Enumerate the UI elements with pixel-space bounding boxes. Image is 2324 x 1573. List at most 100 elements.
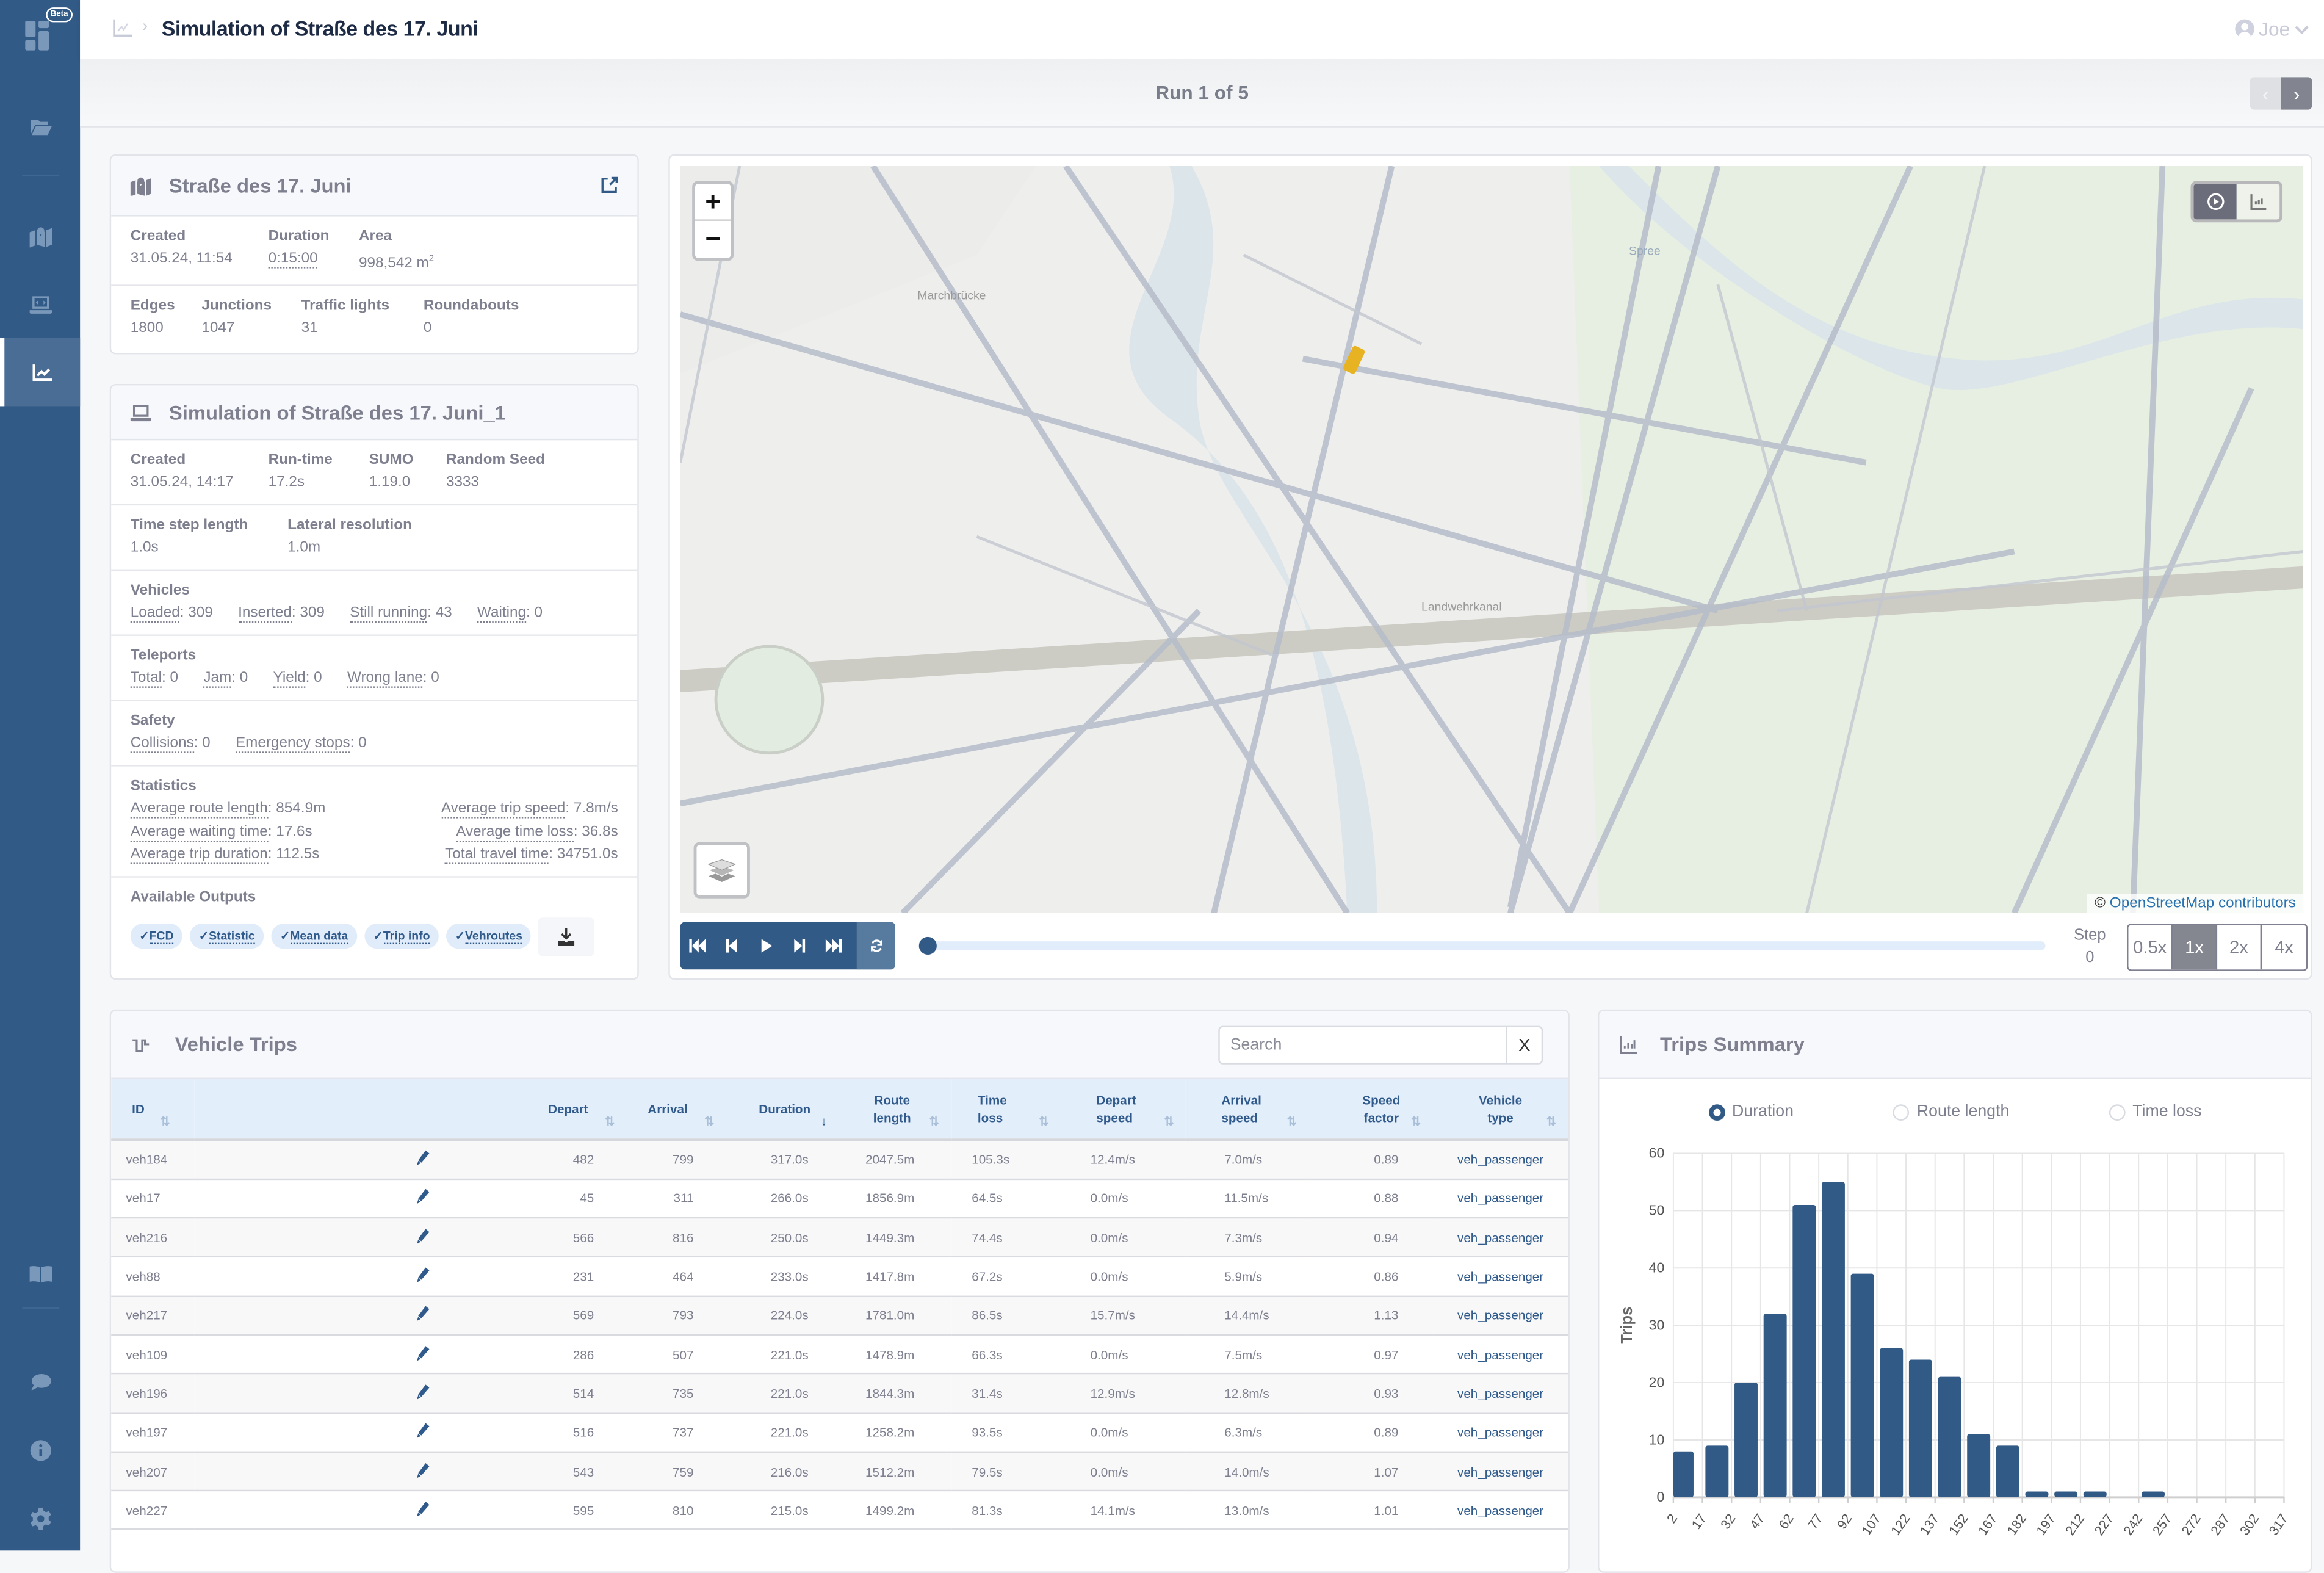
- radio-duration[interactable]: Duration: [1708, 1103, 1794, 1121]
- playback-view-button[interactable]: [2193, 184, 2237, 220]
- sidebar-item-analysis[interactable]: [0, 338, 81, 407]
- trips-summary-title: Trips Summary: [1660, 1033, 1805, 1056]
- speed-2x-button[interactable]: 2x: [2217, 925, 2262, 970]
- cell-vehicle-type[interactable]: veh_passenger: [1432, 1373, 1568, 1414]
- cell-show-route[interactable]: [194, 1412, 532, 1453]
- sidebar-item-info[interactable]: [0, 1416, 80, 1484]
- speed-1x-button[interactable]: 1x: [2173, 925, 2218, 970]
- sidebar-item-feedback[interactable]: [0, 1348, 80, 1416]
- column-header-speed-factor[interactable]: Speed factor ⇅: [1308, 1079, 1433, 1142]
- x-tick-label: 272: [2179, 1511, 2204, 1538]
- cell-depart: 516: [532, 1412, 627, 1453]
- output-chip-trip-info[interactable]: ✓Trip info: [364, 924, 439, 949]
- column-header-depart-speed[interactable]: Depart speed ⇅: [1061, 1079, 1186, 1142]
- column-header-duration[interactable]: Duration ↓: [726, 1079, 839, 1142]
- download-outputs-button[interactable]: [538, 917, 596, 956]
- speed-0-5x-button[interactable]: 0.5x: [2128, 925, 2173, 970]
- cell-vehicle-type[interactable]: veh_passenger: [1432, 1452, 1568, 1492]
- timeline-slider[interactable]: [918, 936, 2046, 955]
- output-chip-mean-data[interactable]: ✓Mean data: [271, 924, 357, 949]
- chart-line-breadcrumb-icon[interactable]: [113, 19, 132, 37]
- vehicles-section: Vehicles Loaded: 309 Inserted: 309 Still…: [111, 571, 638, 636]
- cell-show-route[interactable]: [194, 1373, 532, 1414]
- column-header-arrival-speed[interactable]: Arrival speed ⇅: [1186, 1079, 1309, 1142]
- cell-show-route[interactable]: [194, 1140, 532, 1180]
- column-header-time-loss[interactable]: Time loss ⇅: [951, 1079, 1061, 1142]
- output-chip-vehroutes[interactable]: ✓Vehroutes: [446, 924, 532, 949]
- cell-vehicle-type[interactable]: veh_passenger: [1432, 1140, 1568, 1180]
- cell-duration: 233.0s: [726, 1257, 839, 1297]
- sidebar-item-scenarios[interactable]: [0, 201, 80, 270]
- column-header-depart[interactable]: Depart ⇅: [532, 1079, 627, 1142]
- cell-vehicle-type[interactable]: veh_passenger: [1432, 1334, 1568, 1375]
- table-row[interactable]: veh196 514 735 221.0s 1844.3m 31.4s 12.9m/s 12.…: [111, 1373, 1568, 1414]
- cell-vehicle-type[interactable]: veh_passenger: [1432, 1179, 1568, 1219]
- cell-vehicle-type[interactable]: veh_passenger: [1432, 1412, 1568, 1453]
- output-chip-statistic[interactable]: ✓Statistic: [190, 924, 264, 949]
- external-link-icon[interactable]: [601, 176, 618, 194]
- column-header-route-length[interactable]: Route length ⇅: [839, 1079, 951, 1142]
- cell-vehicle-type[interactable]: veh_passenger: [1432, 1296, 1568, 1336]
- cell-arrival-speed: 14.0m/s: [1186, 1452, 1309, 1492]
- trips-search-input[interactable]: [1219, 1027, 1506, 1063]
- user-menu[interactable]: Joe: [2235, 18, 2309, 40]
- table-row[interactable]: veh227 595 810 215.0s 1499.2m 81.3s 14.1m/s 13.…: [111, 1491, 1568, 1531]
- cell-vehicle-type[interactable]: veh_passenger: [1432, 1218, 1568, 1258]
- zoom-in-button[interactable]: +: [695, 184, 731, 221]
- map-layers-button[interactable]: [693, 842, 750, 899]
- table-row[interactable]: veh88 231 464 233.0s 1417.8m 67.2s 0.0m/s 5.9m/…: [111, 1257, 1568, 1297]
- vehicle-trips-title: Vehicle Trips: [175, 1033, 298, 1056]
- chart-view-button[interactable]: [2236, 184, 2280, 220]
- output-chip-fcd[interactable]: ✓FCD: [130, 924, 183, 949]
- next-run-button[interactable]: ›: [2281, 77, 2312, 110]
- skip-to-start-button[interactable]: [680, 922, 715, 970]
- cell-show-route[interactable]: [194, 1257, 532, 1297]
- table-row[interactable]: veh216 566 816 250.0s 1449.3m 74.4s 0.0m/s 7.3m…: [111, 1218, 1568, 1258]
- table-row[interactable]: veh197 516 737 221.0s 1258.2m 93.5s 0.0m/s 6.3m…: [111, 1412, 1568, 1453]
- cell-show-route[interactable]: [194, 1179, 532, 1219]
- sidebar-item-simulations[interactable]: [0, 270, 80, 338]
- cell-show-route[interactable]: [194, 1491, 532, 1531]
- play-button[interactable]: [748, 922, 782, 970]
- x-tick-label: 287: [2207, 1511, 2232, 1538]
- cell-arrival-speed: 14.4m/s: [1186, 1296, 1309, 1336]
- cell-show-route[interactable]: [194, 1334, 532, 1375]
- cell-show-route[interactable]: [194, 1452, 532, 1492]
- previous-run-button[interactable]: ‹: [2250, 77, 2281, 110]
- column-header-id[interactable]: ID ⇅: [111, 1079, 195, 1142]
- speed-4x-button[interactable]: 4x: [2262, 925, 2306, 970]
- table-row[interactable]: veh17 45 311 266.0s 1856.9m 64.5s 0.0m/s 11.5m/…: [111, 1179, 1568, 1219]
- column-header-vehicle-type[interactable]: Vehicle type ⇅: [1432, 1079, 1568, 1142]
- search-clear-button[interactable]: X: [1506, 1027, 1541, 1063]
- osm-contributors-link[interactable]: OpenStreetMap contributors: [2110, 895, 2296, 912]
- table-row[interactable]: veh109 286 507 221.0s 1478.9m 66.3s 0.0m/s 7.5m…: [111, 1334, 1568, 1375]
- cell-vehicle-type[interactable]: veh_passenger: [1432, 1491, 1568, 1531]
- cell-show-route[interactable]: [194, 1218, 532, 1258]
- sidebar-item-settings[interactable]: [0, 1484, 80, 1552]
- sidebar-item-docs[interactable]: [0, 1239, 80, 1307]
- map-view[interactable]: Marchbrücke Landwehrkanal Spree + − © Op…: [680, 166, 2304, 914]
- column-header-arrival[interactable]: Arrival ⇅: [626, 1079, 726, 1142]
- cell-time-loss: 81.3s: [951, 1491, 1061, 1531]
- table-header-row: ID ⇅ Depart ⇅ Arrival ⇅ Duration ↓ Route len…: [111, 1079, 1568, 1142]
- table-row[interactable]: veh217 569 793 224.0s 1781.0m 86.5s 15.7m/s 14.…: [111, 1296, 1568, 1336]
- radio-route-length[interactable]: Route length: [1893, 1103, 2009, 1121]
- step-back-button[interactable]: [715, 922, 749, 970]
- step-readout: Step 0: [2060, 925, 2120, 969]
- step-forward-button[interactable]: [782, 922, 817, 970]
- lateral-value: 1.0m: [287, 540, 321, 556]
- cell-vehicle-type[interactable]: veh_passenger: [1432, 1257, 1568, 1297]
- cell-depart-speed: 0.0m/s: [1061, 1218, 1186, 1258]
- table-row[interactable]: veh184 482 799 317.0s 2047.5m 105.3s 12.4m/s 7.…: [111, 1140, 1568, 1180]
- skip-to-end-button[interactable]: [817, 922, 851, 970]
- timeline-thumb[interactable]: [918, 936, 937, 955]
- route-pen-icon: [417, 1189, 430, 1205]
- zoom-out-button[interactable]: −: [695, 221, 731, 258]
- cell-show-route[interactable]: [194, 1296, 532, 1336]
- cell-depart-speed: 0.0m/s: [1061, 1452, 1186, 1492]
- loop-toggle-button[interactable]: [856, 922, 895, 970]
- cell-depart-speed: 12.9m/s: [1061, 1373, 1186, 1414]
- radio-time-loss[interactable]: Time loss: [2109, 1103, 2202, 1121]
- sidebar-item-projects[interactable]: [0, 92, 80, 161]
- table-row[interactable]: veh207 543 759 216.0s 1512.2m 79.5s 0.0m/s 14.0…: [111, 1452, 1568, 1492]
